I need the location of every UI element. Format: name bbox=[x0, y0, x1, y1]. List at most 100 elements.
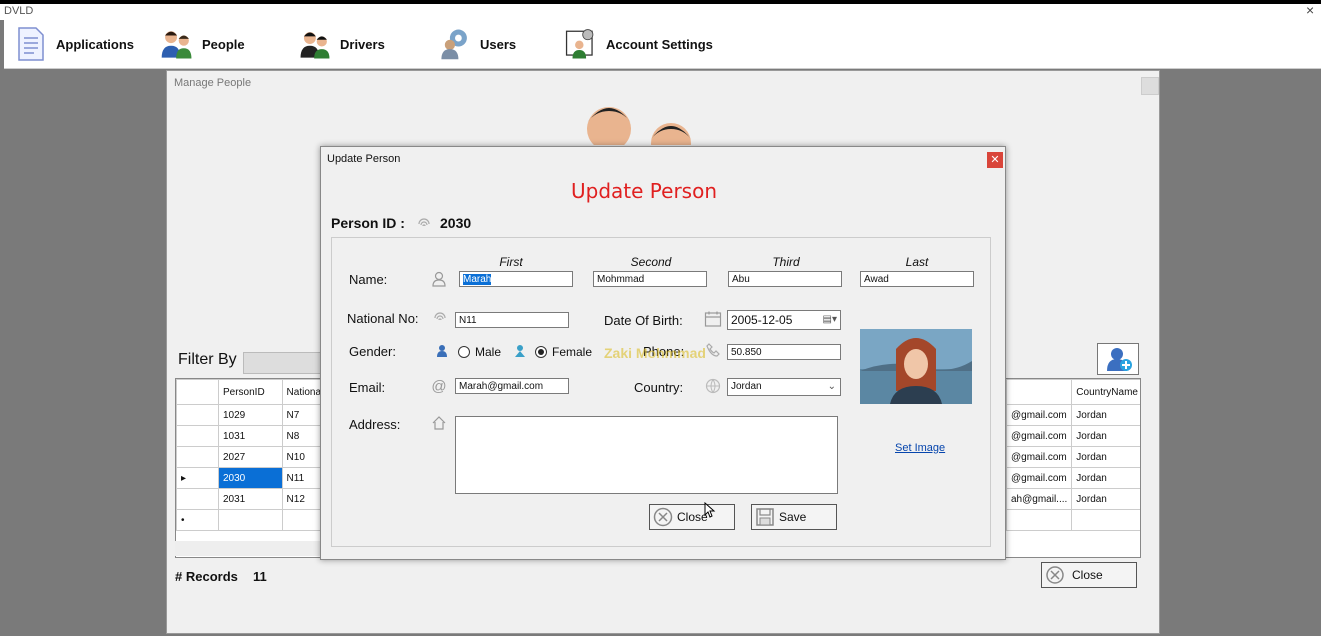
dialog-save-button[interactable]: Save bbox=[751, 504, 837, 530]
cell-personid[interactable] bbox=[217, 509, 283, 531]
document-icon bbox=[14, 25, 48, 63]
cell-country[interactable]: Jordan bbox=[1071, 446, 1140, 468]
chevron-down-icon[interactable]: ⌄ bbox=[828, 379, 836, 395]
calendar-icon bbox=[704, 310, 722, 328]
male-icon bbox=[434, 343, 450, 359]
first-name-caption: First bbox=[499, 255, 523, 269]
drivers-icon bbox=[298, 25, 332, 63]
national-no-field[interactable]: N11 bbox=[455, 312, 569, 328]
fingerprint-icon bbox=[416, 216, 432, 232]
table-row[interactable]: 1031 N8 bbox=[176, 425, 326, 447]
cell-national[interactable]: N7 bbox=[281, 404, 326, 426]
manage-people-title: Manage People bbox=[174, 77, 252, 89]
second-name-field[interactable]: Mohmmad bbox=[593, 271, 707, 287]
table-row[interactable]: 2031 N12 bbox=[176, 488, 326, 510]
address-label: Address: bbox=[349, 417, 401, 432]
grid-col-country[interactable]: CountryName bbox=[1071, 379, 1140, 405]
account-settings-icon bbox=[564, 25, 598, 63]
cell-email[interactable] bbox=[1006, 509, 1073, 531]
person-details-panel: Name: First Second Third Last Marah Mohm… bbox=[331, 237, 991, 547]
people-header-icon bbox=[575, 93, 715, 145]
table-row-selected[interactable]: ▸ 2030 N11 bbox=[176, 467, 326, 489]
person-icon bbox=[431, 271, 447, 287]
national-no-label: National No: bbox=[347, 311, 419, 326]
cell-personid[interactable]: 1029 bbox=[217, 404, 283, 426]
female-radio-dot[interactable] bbox=[535, 346, 547, 358]
filter-by-label: Filter By bbox=[178, 351, 237, 368]
phone-field[interactable]: 50.850 bbox=[727, 344, 841, 360]
manage-people-close-button[interactable]: Close bbox=[1041, 562, 1137, 588]
cell-national[interactable] bbox=[281, 509, 326, 531]
manage-people-minimize-button[interactable] bbox=[1141, 77, 1159, 95]
cell-email[interactable]: @gmail.com bbox=[1006, 425, 1073, 447]
dialog-close-button[interactable]: Close bbox=[649, 504, 735, 530]
dob-datepicker[interactable]: 2005-12-05 ▤▾ bbox=[727, 310, 841, 330]
cell-national[interactable]: N12 bbox=[281, 488, 326, 510]
cell-email[interactable]: @gmail.com bbox=[1006, 446, 1073, 468]
close-circle-icon bbox=[1046, 566, 1064, 584]
table-row[interactable]: @gmail.com Jordan bbox=[1006, 404, 1140, 426]
cell-personid[interactable]: 2031 bbox=[217, 488, 283, 510]
table-row[interactable]: 1029 N7 bbox=[176, 404, 326, 426]
grid-col-personid[interactable]: PersonID bbox=[217, 379, 283, 405]
cell-email[interactable]: @gmail.com bbox=[1006, 467, 1073, 489]
first-name-field[interactable]: Marah bbox=[459, 271, 573, 287]
email-field[interactable]: Marah@gmail.com bbox=[455, 378, 569, 394]
people-grid-left[interactable]: PersonID Nationa 1029 N7 1031 N8 2027 N10 ▸… bbox=[175, 378, 327, 558]
table-row[interactable]: 2027 N10 bbox=[176, 446, 326, 468]
cell-country[interactable]: Jordan bbox=[1071, 488, 1140, 510]
table-row-new[interactable] bbox=[1006, 509, 1140, 531]
third-name-field[interactable]: Abu bbox=[728, 271, 842, 287]
cell-country[interactable]: Jordan bbox=[1071, 467, 1140, 489]
users-gear-icon bbox=[438, 25, 472, 63]
menu-account-settings-label: Account Settings bbox=[606, 36, 713, 52]
cell-country[interactable] bbox=[1071, 509, 1140, 531]
male-radio-dot[interactable] bbox=[458, 346, 470, 358]
menu-account-settings[interactable]: Account Settings bbox=[564, 20, 713, 68]
grid-col-national[interactable]: Nationa bbox=[281, 379, 326, 405]
menu-users[interactable]: Users bbox=[438, 20, 516, 68]
cell-country[interactable]: Jordan bbox=[1071, 425, 1140, 447]
cell-email[interactable]: @gmail.com bbox=[1006, 404, 1073, 426]
filter-by-combobox[interactable] bbox=[243, 352, 325, 374]
cell-email[interactable]: ah@gmail.... bbox=[1006, 488, 1073, 510]
dob-value: 2005-12-05 bbox=[731, 313, 793, 327]
cell-personid[interactable]: 1031 bbox=[217, 425, 283, 447]
gender-male-radio[interactable]: Male bbox=[458, 345, 501, 359]
dialog-close-icon[interactable]: ✕ bbox=[987, 152, 1003, 168]
table-row[interactable]: ah@gmail.... Jordan bbox=[1006, 488, 1140, 510]
person-photo bbox=[860, 329, 972, 404]
menu-applications-label: Applications bbox=[56, 36, 135, 52]
table-row[interactable]: @gmail.com Jordan bbox=[1006, 425, 1140, 447]
set-image-link[interactable]: Set Image bbox=[895, 442, 945, 454]
table-row-new[interactable]: • bbox=[176, 509, 326, 531]
dialog-save-label: Save bbox=[779, 510, 807, 524]
cell-national[interactable]: N11 bbox=[281, 467, 326, 489]
people-grid-right[interactable]: CountryName @gmail.com Jordan @gmail.com J… bbox=[1005, 378, 1141, 558]
dob-dropdown-icon[interactable]: ▤▾ bbox=[823, 311, 837, 329]
cell-personid[interactable]: 2030 bbox=[217, 467, 283, 489]
cell-country[interactable]: Jordan bbox=[1071, 404, 1140, 426]
grid-col-email[interactable] bbox=[1006, 379, 1073, 405]
dob-label: Date Of Birth: bbox=[604, 313, 683, 328]
gender-female-radio[interactable]: Female bbox=[535, 345, 592, 359]
menu-people[interactable]: People bbox=[160, 20, 245, 68]
cell-national[interactable]: N8 bbox=[281, 425, 326, 447]
main-window-close-icon[interactable]: × bbox=[1306, 2, 1314, 18]
country-combobox[interactable]: Jordan ⌄ bbox=[727, 378, 841, 396]
menu-applications[interactable]: Applications bbox=[14, 20, 134, 68]
table-row[interactable]: @gmail.com Jordan bbox=[1006, 467, 1140, 489]
address-textarea[interactable] bbox=[455, 416, 838, 494]
first-name-value: Marah bbox=[463, 274, 492, 285]
save-icon bbox=[756, 508, 774, 526]
last-name-field[interactable]: Awad bbox=[860, 271, 974, 287]
grid-horizontal-scrollbar[interactable] bbox=[175, 541, 325, 556]
table-row[interactable]: @gmail.com Jordan bbox=[1006, 446, 1140, 468]
cell-national[interactable]: N10 bbox=[281, 446, 326, 468]
people-icon bbox=[160, 25, 194, 63]
add-person-button[interactable] bbox=[1097, 343, 1139, 375]
menu-drivers[interactable]: Drivers bbox=[298, 20, 385, 68]
gender-label: Gender: bbox=[349, 344, 396, 359]
cell-personid[interactable]: 2027 bbox=[217, 446, 283, 468]
grid-row-header bbox=[176, 379, 219, 405]
